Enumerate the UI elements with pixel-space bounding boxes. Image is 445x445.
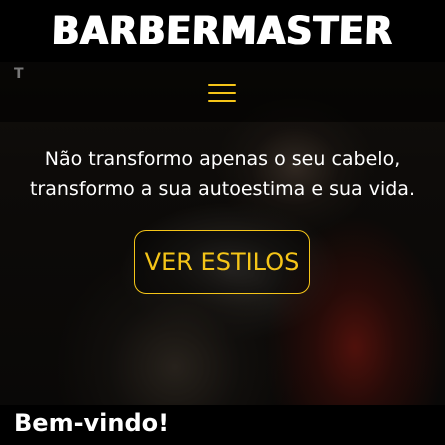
nav-bar: T bbox=[0, 62, 445, 122]
hero-section: T Não transformo apenas o seu cabelo, tr… bbox=[0, 62, 445, 405]
site-header: BARBERMASTER bbox=[0, 0, 445, 62]
corner-mark: T bbox=[14, 66, 24, 82]
view-styles-button[interactable]: VER ESTILOS bbox=[134, 230, 310, 294]
welcome-heading: Bem-vindo! bbox=[14, 409, 170, 437]
page: BARBERMASTER T Não transformo apenas o s… bbox=[0, 0, 445, 445]
brand-logo[interactable]: BARBERMASTER bbox=[51, 9, 394, 53]
hero-tagline: Não transformo apenas o seu cabelo, tran… bbox=[29, 148, 415, 200]
welcome-section: Bem-vindo! bbox=[0, 405, 445, 445]
hamburger-menu-icon[interactable] bbox=[206, 80, 238, 106]
